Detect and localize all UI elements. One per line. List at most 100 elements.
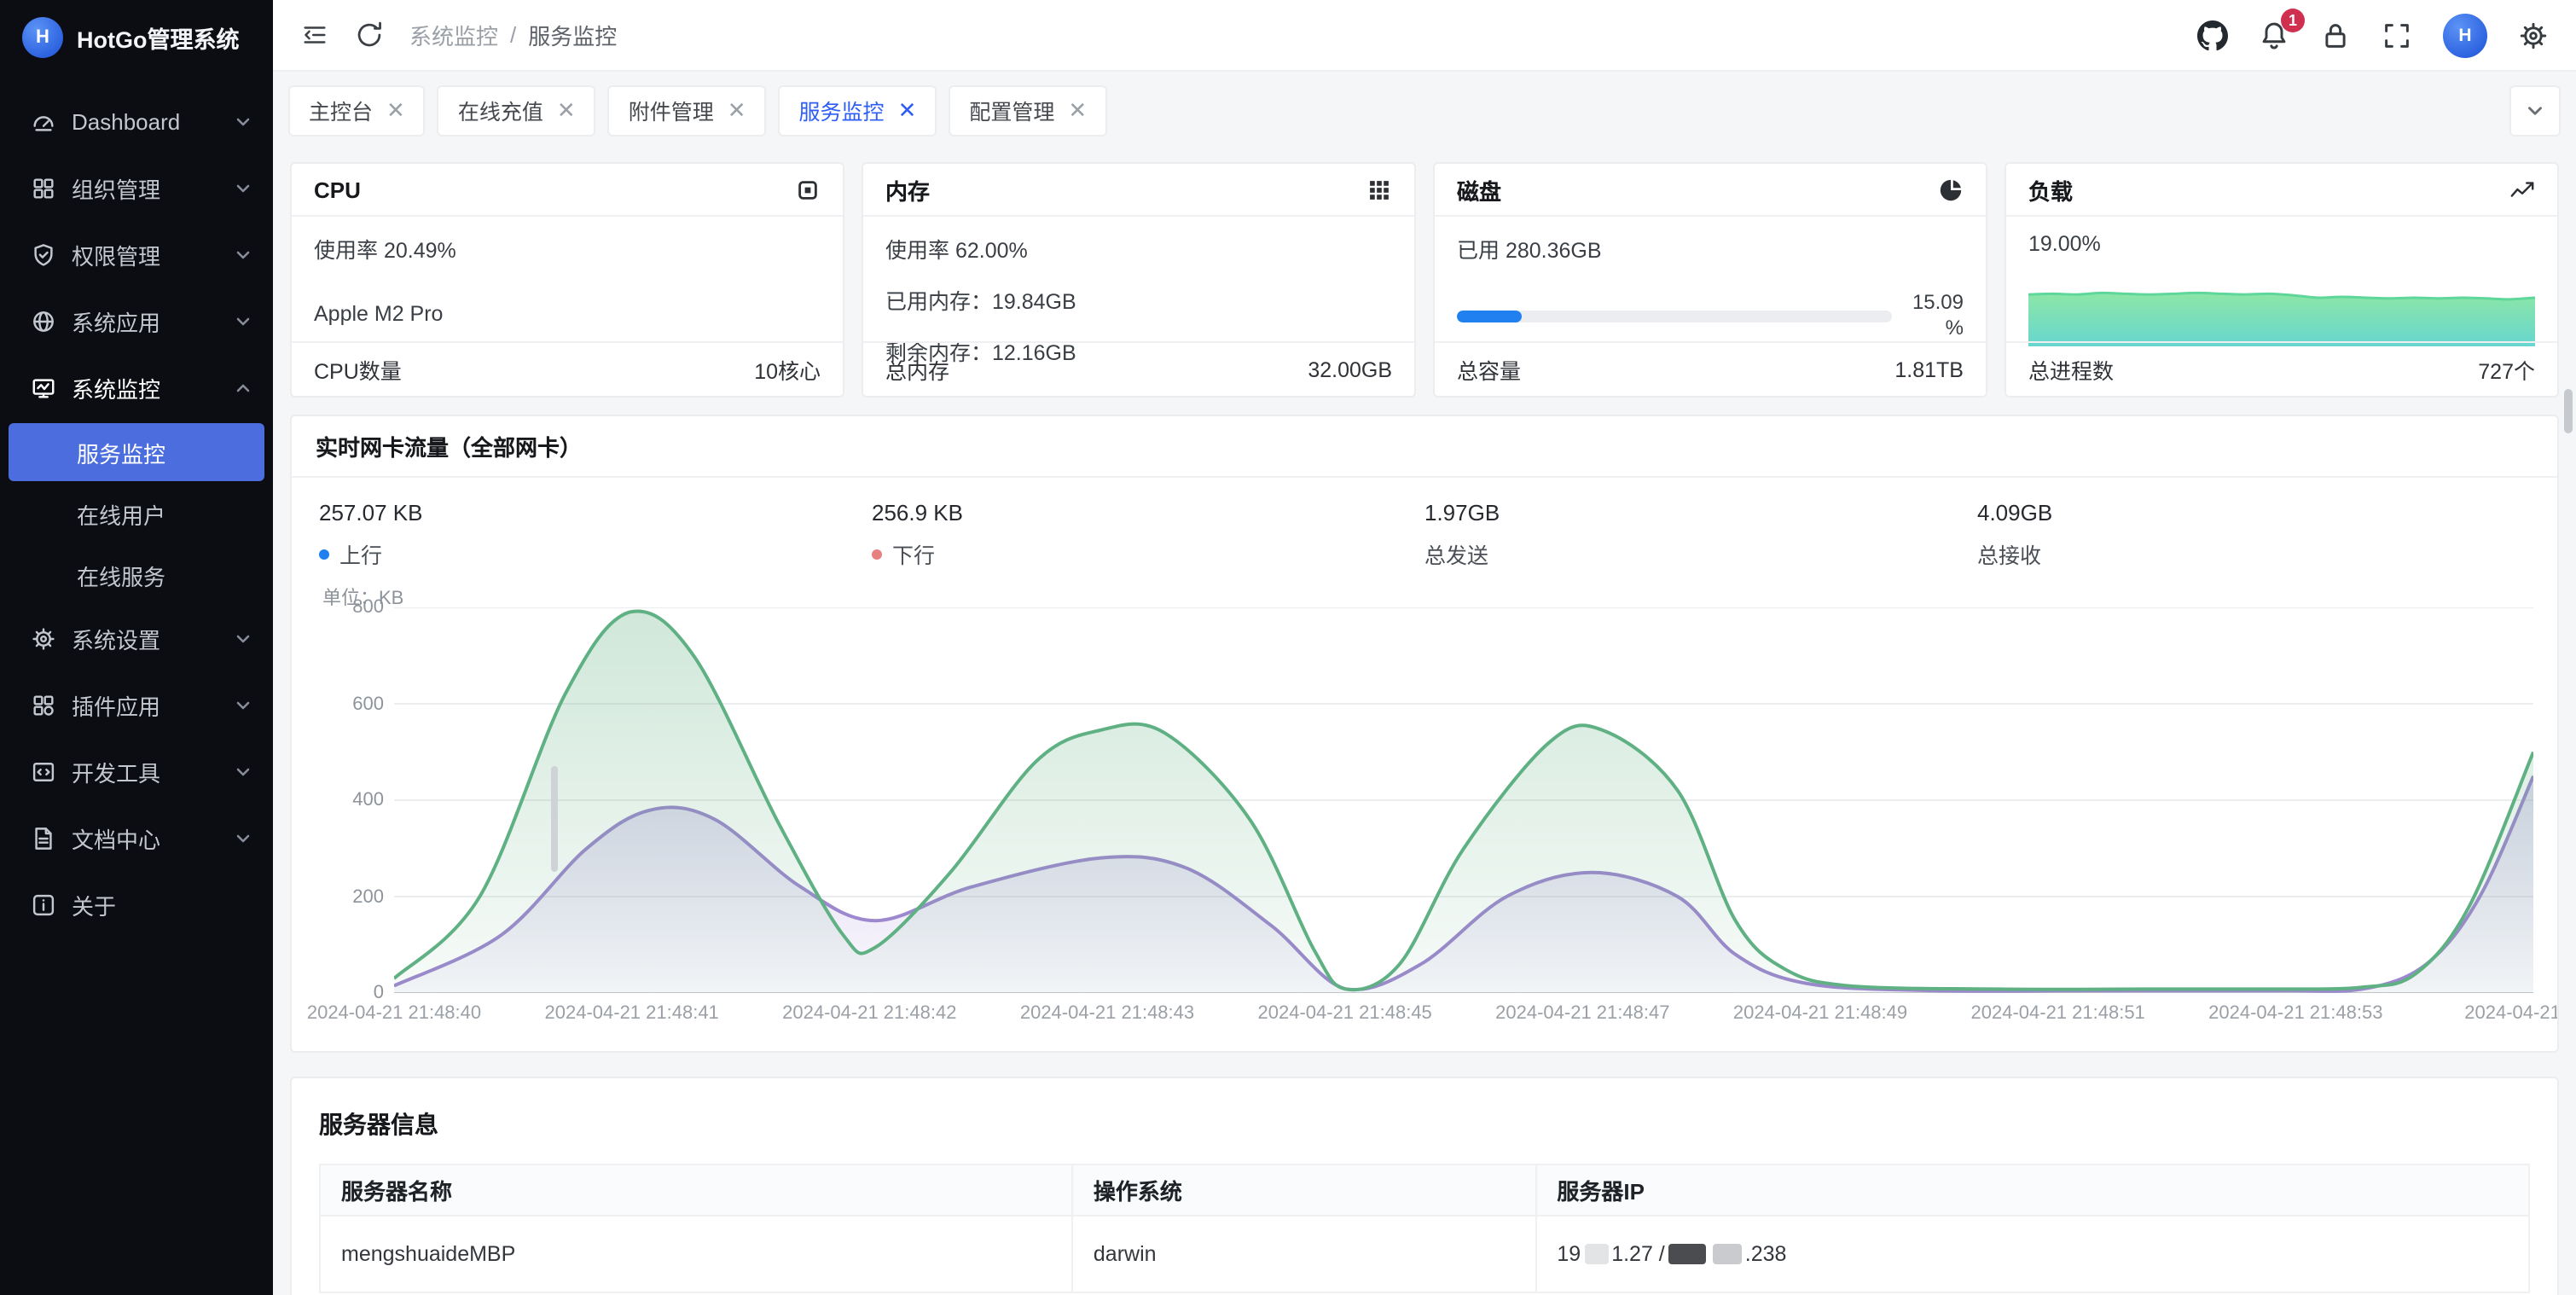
apps-icon — [31, 693, 56, 718]
tab-online-recharge[interactable]: 在线充值 ✕ — [439, 86, 595, 134]
sidebar-item-permissions[interactable]: 权限管理 — [0, 222, 273, 288]
y-axis-tick-label: 200 — [319, 886, 384, 907]
load-value: 19.00% — [2028, 232, 2535, 256]
sidebar-item-label: 系统应用 — [72, 305, 218, 338]
tab-close-icon[interactable]: ✕ — [557, 99, 576, 121]
load-mini-chart — [2028, 268, 2535, 346]
user-avatar[interactable]: H — [2443, 13, 2487, 57]
tab-label: 在线充值 — [458, 94, 543, 126]
sidebar-item-dashboard[interactable]: Dashboard — [0, 89, 273, 155]
x-axis-tick-label: 2024-04-21 21:48:47 — [1495, 1003, 1669, 1024]
sidebar-subitem-online-users[interactable]: 在线用户 — [0, 483, 273, 544]
sidebar-item-system-apps[interactable]: 系统应用 — [0, 288, 273, 355]
notification-badge: 1 — [2281, 8, 2305, 32]
breadcrumb-separator: / — [510, 22, 516, 48]
brand-logo-icon: H — [22, 17, 63, 58]
cpu-footer-label: CPU数量 — [314, 353, 402, 386]
tab-close-icon[interactable]: ✕ — [386, 99, 405, 121]
trend-line-icon — [2509, 177, 2535, 202]
x-axis-tick-label: 2024-04-21 21:4 — [2464, 1003, 2559, 1024]
sidebar-item-dev-tools[interactable]: 开发工具 — [0, 739, 273, 805]
server-table-row: mengshuaideMBP darwin 191.27 / .238 — [321, 1217, 2528, 1293]
disk-card: 磁盘 已用 280.36GB 15.09 % 总容量 — [1433, 162, 1987, 398]
tab-close-icon[interactable]: ✕ — [898, 99, 917, 121]
tab-list-dropdown-button[interactable] — [2511, 86, 2559, 134]
memory-card-title: 内存 — [885, 173, 930, 206]
tab-config[interactable]: 配置管理 ✕ — [950, 86, 1105, 134]
y-axis-tick-label: 800 — [319, 597, 384, 618]
sidebar-item-system-monitor[interactable]: 系统监控 — [0, 355, 273, 421]
sidebar-item-settings[interactable]: 系统设置 — [0, 606, 273, 672]
settings-gear-icon[interactable] — [2518, 20, 2549, 50]
memory-grid-icon — [1366, 177, 1392, 202]
sidebar-subitem-online-services[interactable]: 在线服务 — [0, 544, 273, 606]
sidebar-item-label: 文档中心 — [72, 822, 218, 855]
column-header-os: 操作系统 — [1071, 1165, 1535, 1217]
x-axis-tick-label: 2024-04-21 21:48:41 — [545, 1003, 719, 1024]
brand-name: HotGo管理系统 — [77, 20, 240, 55]
refresh-icon[interactable] — [355, 20, 384, 49]
x-axis-tick-label: 2024-04-21 21:48:43 — [1020, 1003, 1194, 1024]
sidebar-menu: Dashboard 组织管理 权限管理 系统应用 系统监控 — [0, 75, 273, 1295]
memory-usage: 使用率 62.00% — [885, 232, 1392, 264]
chevron-down-icon — [234, 630, 252, 648]
chevron-down-icon — [234, 829, 252, 848]
chevron-down-icon — [234, 312, 252, 331]
tab-close-icon[interactable]: ✕ — [1068, 99, 1087, 121]
breadcrumb: 系统监控 / 服务监控 — [409, 19, 617, 51]
server-info-card: 服务器信息 服务器名称 操作系统 服务器IP mengshuaideMBP da… — [290, 1077, 2559, 1295]
notifications-bell-icon[interactable]: 1 — [2259, 20, 2289, 50]
sidebar-item-label: 关于 — [72, 889, 252, 921]
breadcrumb-parent[interactable]: 系统监控 — [409, 19, 498, 51]
monitor-icon — [31, 375, 56, 401]
network-stats-row: 257.07 KB 上行 256.9 KB 下行 1.97GB 总发送 4.09… — [292, 478, 2557, 573]
disk-pie-icon — [1938, 177, 1964, 202]
page-content: CPU 使用率 20.49% Apple M2 Pro CPU数量 10核心 内… — [273, 148, 2576, 1295]
x-axis-tick-label: 2024-04-21 21:48:51 — [1971, 1003, 2145, 1024]
github-icon[interactable] — [2197, 20, 2228, 50]
sidebar-item-org[interactable]: 组织管理 — [0, 155, 273, 222]
memory-footer-label: 总内存 — [885, 353, 949, 386]
tab-attachments[interactable]: 附件管理 ✕ — [610, 86, 765, 134]
tab-service-monitor[interactable]: 服务监控 ✕ — [780, 86, 936, 134]
sidebar-item-plugins[interactable]: 插件应用 — [0, 672, 273, 739]
server-info-title: 服务器信息 — [292, 1078, 2557, 1164]
network-stat-total-received: 4.09GB 总接收 — [1977, 500, 2530, 570]
lock-screen-icon[interactable] — [2320, 20, 2351, 50]
sidebar-subitem-label: 服务监控 — [77, 436, 165, 468]
network-stat-value: 256.9 KB — [872, 500, 1424, 526]
tab-close-icon[interactable]: ✕ — [728, 99, 746, 121]
fullscreen-icon[interactable] — [2382, 20, 2412, 50]
sidebar-item-about[interactable]: 关于 — [0, 872, 273, 938]
memory-card: 内存 使用率 62.00% 已用内存：19.84GB 剩余内存：12.16GB … — [862, 162, 1416, 398]
x-axis-tick-label: 2024-04-21 21:48:49 — [1733, 1003, 1907, 1024]
network-stat-value: 1.97GB — [1424, 500, 1977, 526]
collapse-sidebar-icon[interactable] — [300, 20, 329, 49]
x-axis-tick-label: 2024-04-21 21:48:53 — [2208, 1003, 2382, 1024]
sidebar-item-label: 权限管理 — [72, 239, 218, 271]
sidebar-subitem-service-monitor[interactable]: 服务监控 — [9, 423, 264, 481]
x-axis-tick-label: 2024-04-21 21:48:45 — [1258, 1003, 1432, 1024]
sidebar-item-docs[interactable]: 文档中心 — [0, 805, 273, 872]
tab-label: 主控台 — [309, 94, 373, 126]
network-stat-label: 总发送 — [1424, 537, 1488, 570]
content-scrollbar-thumb[interactable] — [551, 766, 558, 872]
page-scrollbar-thumb[interactable] — [2564, 389, 2573, 433]
network-traffic-card: 实时网卡流量（全部网卡） 257.07 KB 上行 256.9 KB 下行 1.… — [290, 415, 2559, 1053]
network-stat-total-sent: 1.97GB 总发送 — [1424, 500, 1977, 570]
network-stat-up: 257.07 KB 上行 — [319, 500, 872, 570]
load-card: 负载 19.00% — [2005, 162, 2559, 398]
tab-label: 服务监控 — [799, 94, 885, 126]
y-axis-tick-label: 400 — [319, 790, 384, 810]
tab-console[interactable]: 主控台 ✕ — [290, 86, 424, 134]
tab-label: 配置管理 — [969, 94, 1054, 126]
series-upload-area — [394, 611, 2533, 993]
y-axis-tick-label: 0 — [319, 983, 384, 1003]
ip-text: 1.27 / — [1611, 1242, 1665, 1266]
sidebar-item-label: Dashboard — [72, 109, 218, 135]
server-name-cell: mengshuaideMBP — [321, 1217, 1071, 1293]
memory-footer-value: 32.00GB — [1308, 357, 1392, 381]
app-root: H HotGo管理系统 Dashboard 组织管理 权限管理 系统应用 — [0, 0, 2576, 1295]
brand[interactable]: H HotGo管理系统 — [0, 0, 273, 75]
disk-used: 已用 280.36GB — [1457, 232, 1964, 264]
